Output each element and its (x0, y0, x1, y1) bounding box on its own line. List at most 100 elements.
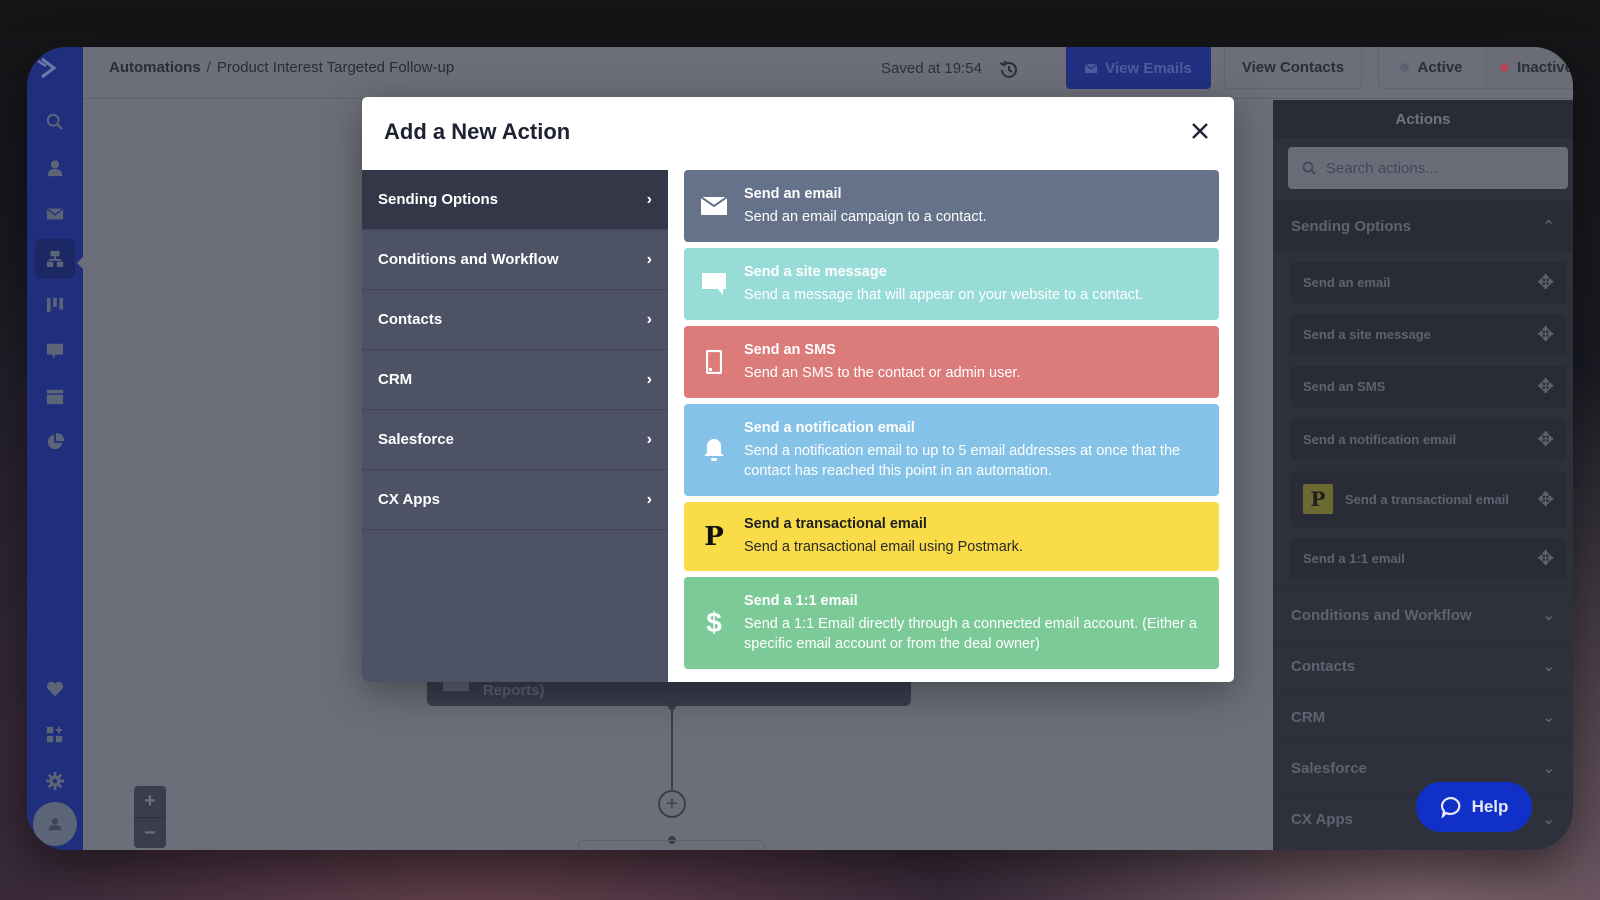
category-label: Contacts (378, 311, 443, 328)
action-cards: Send an email Send an email campaign to a… (684, 170, 1219, 675)
view-contacts-button[interactable]: View Contacts (1224, 47, 1362, 89)
conversations-icon[interactable] (35, 331, 75, 371)
action-title: Send a 1:1 email (744, 592, 858, 609)
category-sending-options[interactable]: Sending Options › (362, 170, 668, 230)
top-bar: Automations / Product Interest Targeted Fo… (83, 47, 1573, 99)
bell-icon (704, 438, 724, 461)
contacts-icon[interactable] (35, 148, 75, 188)
search-icon[interactable] (35, 102, 75, 142)
section-salesforce[interactable]: Salesforce ⌄ (1273, 742, 1573, 793)
action-card-send-email[interactable]: Send an email Send an email campaign to a… (684, 170, 1219, 242)
section-sending-options[interactable]: Sending Options ⌃ (1273, 200, 1573, 252)
move-handle-icon[interactable]: ✥ (1537, 427, 1554, 452)
panel-action-item[interactable]: Send an SMS ✥ (1291, 366, 1566, 407)
chevron-right-icon: › (646, 190, 652, 208)
section-label: CX Apps (1291, 810, 1353, 828)
panel-action-item[interactable]: Send a 1:1 email ✥ (1291, 538, 1566, 579)
chevron-down-icon: ⌄ (1542, 811, 1555, 828)
chat-icon (1440, 796, 1460, 818)
chevron-right-icon: › (646, 310, 652, 328)
section-label: Salesforce (1291, 759, 1367, 777)
section-label: Sending Options (1291, 217, 1411, 235)
settings-icon[interactable] (35, 761, 75, 801)
category-salesforce[interactable]: Salesforce › (362, 410, 668, 470)
panel-action-label: Send a transactional email (1345, 491, 1510, 507)
chat-bubble-icon (702, 273, 726, 295)
action-card-notification-email[interactable]: Send a notification email Send a notifica… (684, 404, 1219, 496)
chevron-right-icon: › (646, 430, 652, 448)
status-inactive-button[interactable]: Inactive (1484, 47, 1573, 88)
status-active-button[interactable]: Active (1379, 47, 1484, 88)
move-handle-icon[interactable]: ✥ (1537, 546, 1554, 571)
campaigns-icon[interactable] (35, 194, 75, 234)
help-button[interactable]: Help (1416, 782, 1532, 832)
move-handle-icon[interactable]: ✥ (1537, 487, 1554, 512)
modal-title: Add a New Action (384, 119, 571, 144)
category-crm[interactable]: CRM › (362, 350, 668, 410)
phone-icon (706, 350, 722, 374)
move-handle-icon[interactable]: ✥ (1537, 322, 1554, 347)
action-card-sms[interactable]: Send an SMS Send an SMS to the contact or… (684, 326, 1219, 398)
category-label: CRM (378, 371, 413, 388)
modal-header: Add a New Action (362, 97, 1234, 170)
apps-icon[interactable] (35, 715, 75, 755)
category-contacts[interactable]: Contacts › (362, 290, 668, 350)
avatar[interactable] (33, 802, 77, 846)
actions-panel-title: Actions (1273, 100, 1573, 138)
search-actions-input[interactable]: Search actions... (1288, 147, 1568, 189)
envelope-icon (701, 197, 727, 215)
section-crm[interactable]: CRM ⌄ (1273, 691, 1573, 742)
action-description: Send a message that will appear on your … (744, 286, 1143, 303)
favorites-icon[interactable] (35, 669, 75, 709)
history-icon[interactable] (998, 59, 1020, 81)
panel-action-item[interactable]: Send an email ✥ (1291, 262, 1566, 303)
action-title: Send an SMS (744, 341, 836, 358)
view-emails-button[interactable]: View Emails (1066, 47, 1211, 89)
panel-action-item[interactable]: Send a notification email ✥ (1291, 419, 1566, 460)
breadcrumb-automations-link[interactable]: Automations (109, 59, 201, 76)
chevron-up-icon: ⌃ (1542, 218, 1555, 235)
dollar-icon: $ (706, 607, 722, 638)
add-step-button[interactable]: + (658, 790, 686, 818)
envelope-icon (1085, 63, 1098, 73)
action-description: Send an SMS to the contact or admin user… (744, 364, 1021, 381)
category-label: Salesforce (378, 431, 454, 448)
category-conditions-workflow[interactable]: Conditions and Workflow › (362, 230, 668, 290)
action-card-site-message[interactable]: Send a site message Send a message that w… (684, 248, 1219, 320)
site-icon[interactable] (35, 377, 75, 417)
close-icon[interactable] (1188, 119, 1212, 143)
section-contacts[interactable]: Contacts ⌄ (1273, 640, 1573, 691)
saved-status: Saved at 19:54 (881, 60, 982, 77)
logo-icon[interactable] (36, 55, 62, 81)
move-handle-icon[interactable]: ✥ (1537, 270, 1554, 295)
panel-action-label: Send a 1:1 email (1303, 551, 1405, 566)
action-title: Send a transactional email (744, 516, 927, 532)
action-card-transactional-email[interactable]: P Send a transactional email Send a trans… (684, 502, 1219, 571)
section-conditions-workflow[interactable]: Conditions and Workflow ⌄ (1273, 589, 1573, 640)
zoom-in-button[interactable]: + (134, 786, 166, 817)
chevron-down-icon: ⌄ (1542, 607, 1555, 624)
zoom-out-button[interactable]: − (134, 817, 166, 848)
category-cx-apps[interactable]: CX Apps › (362, 470, 668, 530)
status-toggle: Active Inactive (1378, 47, 1573, 89)
view-emails-label: View Emails (1105, 59, 1192, 77)
deals-icon[interactable] (35, 285, 75, 325)
reports-icon[interactable] (35, 422, 75, 462)
section-label: Contacts (1291, 657, 1356, 675)
help-label: Help (1471, 797, 1509, 816)
chevron-right-icon: › (646, 370, 652, 388)
flow-node-wait[interactable]: Wait for 4 day(s) (578, 840, 765, 850)
category-label: Sending Options (378, 191, 498, 208)
panel-action-item[interactable]: Send a site message ✥ (1291, 314, 1566, 355)
panel-action-label: Send a site message (1303, 327, 1431, 342)
move-handle-icon[interactable]: ✥ (1537, 374, 1554, 399)
panel-action-item[interactable]: P Send a transactional email ✥ (1291, 471, 1566, 527)
automations-icon[interactable] (35, 239, 75, 279)
panel-action-label: Send a notification email (1303, 432, 1457, 447)
action-title: Send a notification email (744, 419, 915, 436)
action-description: Send a 1:1 Email directly through a conn… (744, 615, 1197, 652)
postmark-icon: P (704, 521, 724, 552)
panel-action-label: Send an SMS (1303, 379, 1386, 394)
action-card-one-to-one-email[interactable]: $ Send a 1:1 email Send a 1:1 Email direc… (684, 577, 1219, 669)
search-icon (1302, 161, 1316, 175)
